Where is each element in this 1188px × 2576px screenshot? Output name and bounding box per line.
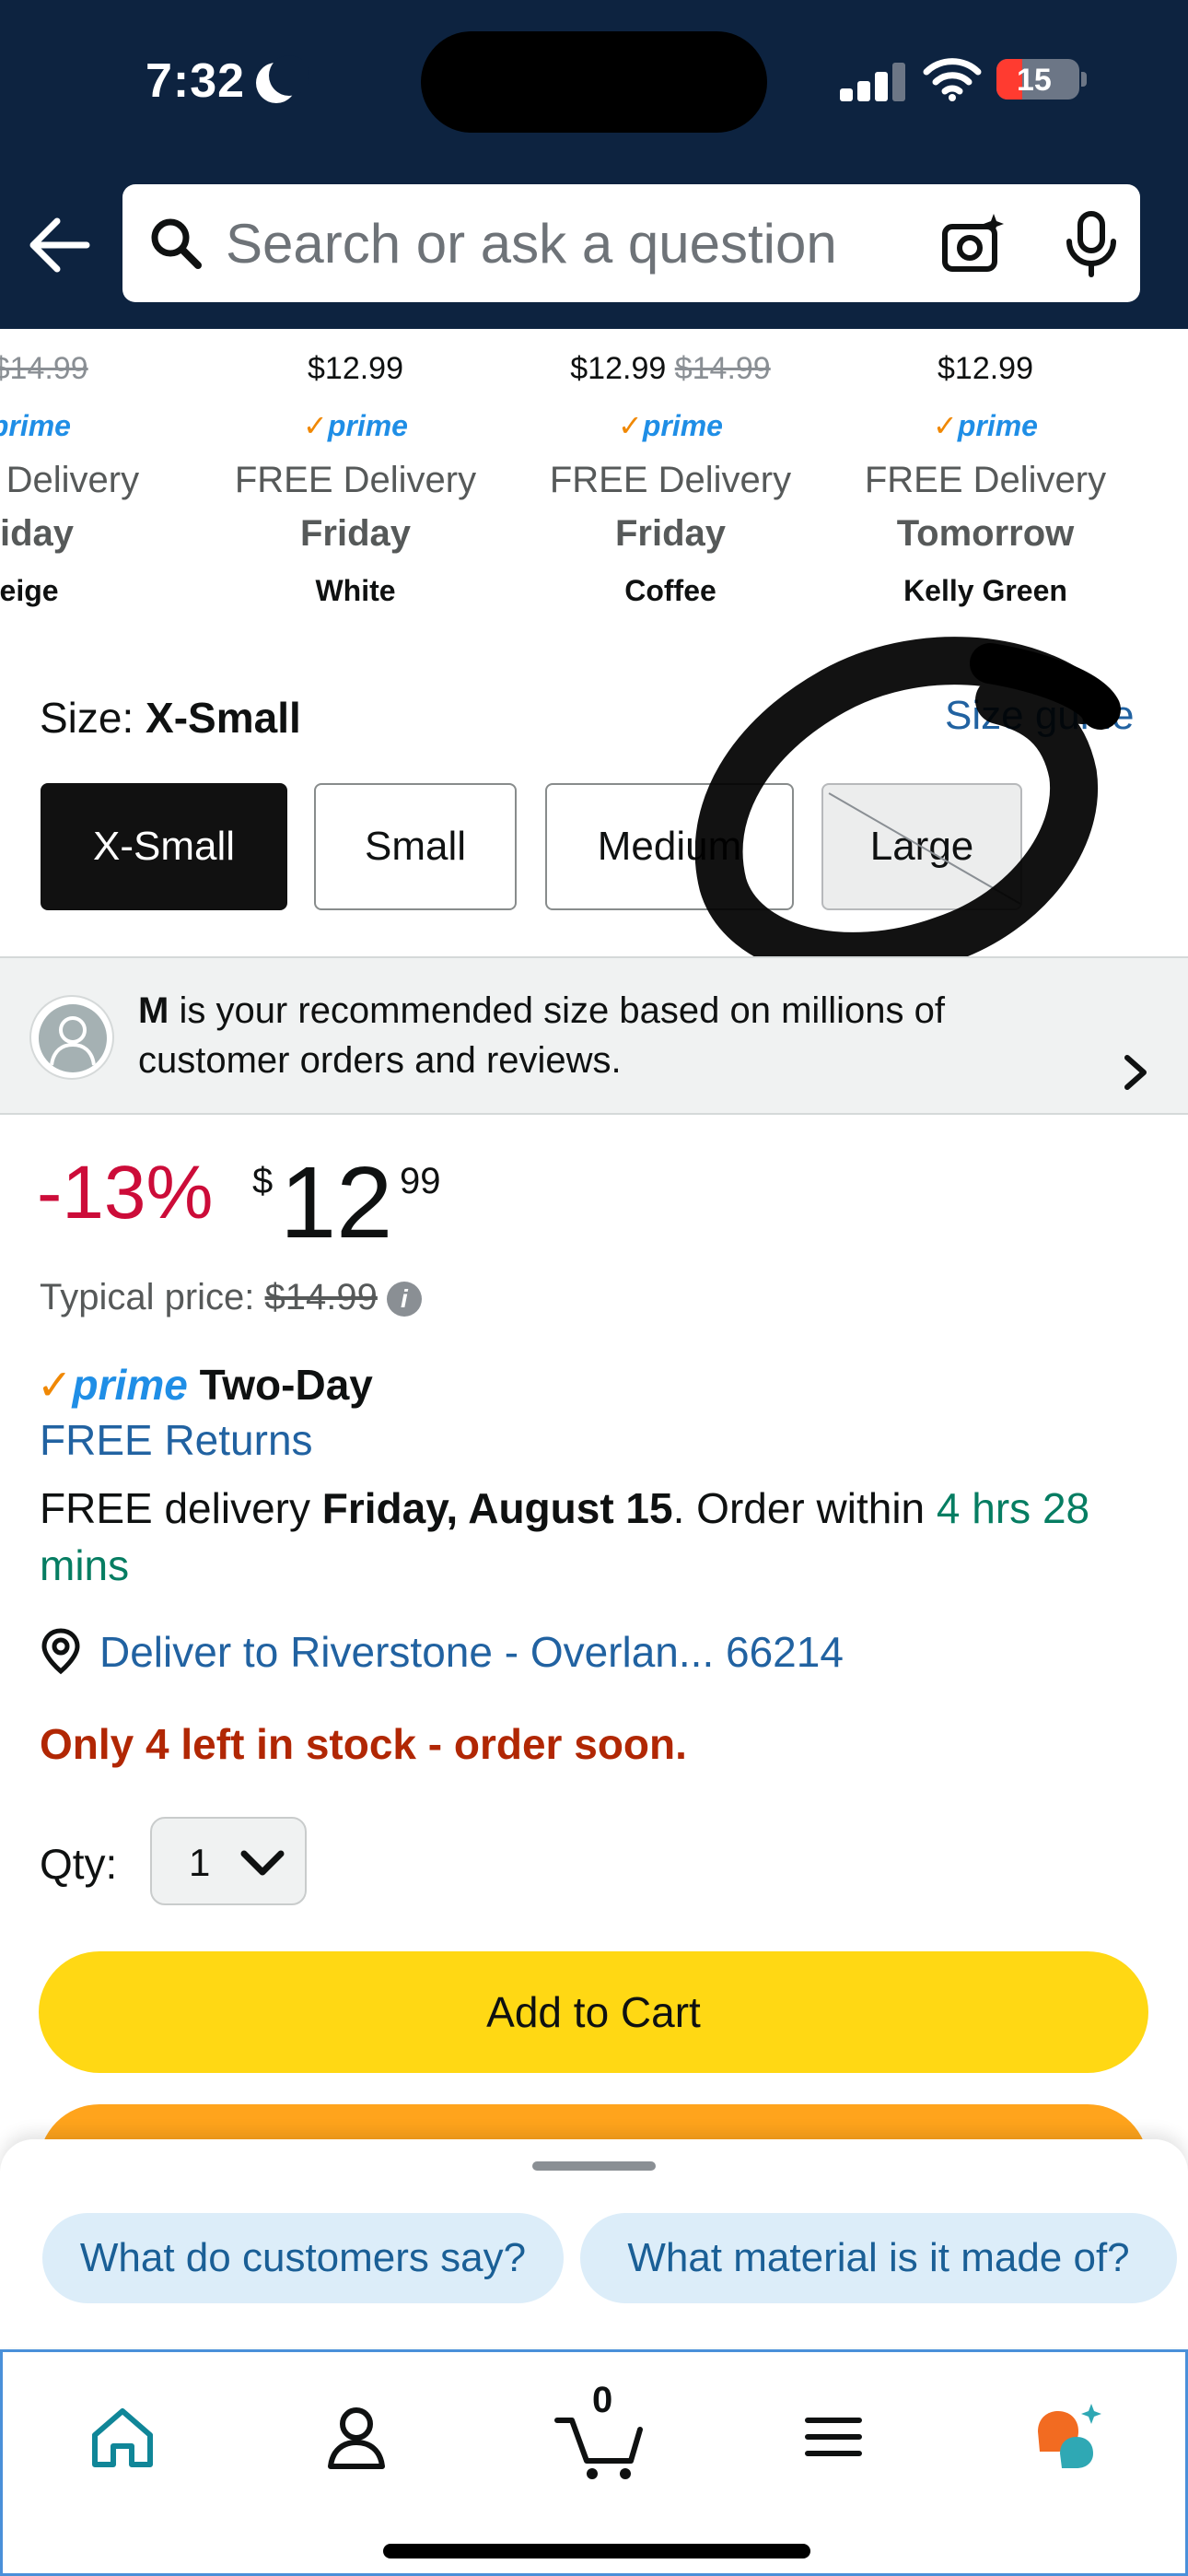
location-pin-icon — [41, 1628, 80, 1675]
microphone-icon[interactable] — [1062, 210, 1121, 278]
account-icon[interactable] — [320, 2400, 393, 2474]
variant-delivery: FREE Delivery — [549, 460, 792, 500]
size-option-small[interactable]: Small — [314, 783, 517, 910]
quantity-value: 1 — [189, 1841, 211, 1884]
home-icon[interactable] — [86, 2400, 159, 2474]
prime-delivery-badge: ✓prime Two-Day — [37, 1361, 373, 1409]
variant-day: Friday — [0, 513, 75, 554]
variant-day: Friday — [614, 513, 727, 554]
chevron-down-icon — [240, 1850, 285, 1876]
search-icon — [151, 218, 202, 269]
prime-badge: ✓prime — [303, 409, 408, 442]
question-chip-customers-say[interactable]: What do customers say? — [42, 2213, 564, 2303]
status-time: 7:32 — [146, 54, 246, 108]
add-to-cart-button[interactable]: Add to Cart — [39, 1951, 1148, 2073]
discount-percent: -13% — [37, 1151, 214, 1235]
variant-delivery: FREE Delivery — [0, 460, 140, 500]
free-returns-link[interactable]: FREE Returns — [40, 1415, 313, 1465]
prime-badge: ✓prime — [0, 409, 71, 442]
variant-price: $12.99 $14.99 — [570, 351, 771, 386]
delivery-estimate: FREE delivery Friday, August 15. Order w… — [40, 1484, 1090, 1589]
question-chip-material[interactable]: What material is it made of? — [580, 2213, 1177, 2303]
quantity-dropdown[interactable]: 1 — [150, 1817, 307, 1905]
selected-size: X-Small — [146, 694, 301, 742]
variant-price: $12.99 — [308, 351, 403, 386]
top-header: 7:32 15 — [0, 0, 1188, 329]
focus-moon-icon — [256, 55, 309, 103]
prime-badge: ✓prime — [618, 409, 723, 442]
battery-cap — [1081, 72, 1087, 87]
variant-delivery: FREE Delivery — [864, 460, 1107, 500]
size-option-large-label: Large — [869, 824, 974, 869]
info-icon[interactable]: i — [386, 1282, 422, 1317]
search-input[interactable] — [226, 206, 962, 280]
variant-color: Beige — [0, 574, 59, 607]
back-arrow-icon[interactable] — [26, 210, 96, 280]
user-silhouette-icon — [50, 1016, 96, 1066]
avatar — [29, 995, 114, 1080]
chevron-right-icon[interactable] — [1116, 1054, 1153, 1091]
variant-price: 99 $14.99 — [0, 351, 88, 386]
wifi-icon — [923, 58, 982, 101]
price-fraction: 99 — [400, 1161, 441, 1201]
cart-button[interactable]: 0 — [553, 2380, 646, 2481]
variant-day: Tomorrow — [896, 513, 1075, 554]
rufus-icon[interactable] — [1032, 2400, 1106, 2474]
color-variant-carousel[interactable]: 99 $14.99 ✓prime FREE Delivery Friday Be… — [0, 329, 1188, 624]
price-currency: $ — [252, 1161, 274, 1201]
size-recommendation-banner[interactable]: M is your recommended size based on mill… — [0, 956, 1188, 1115]
cellular-signal-icon — [840, 61, 905, 101]
variant-color: Kelly Green — [903, 574, 1067, 607]
camera-lens-icon[interactable] — [940, 212, 1005, 276]
size-label: Size: X-Small — [40, 694, 301, 742]
home-indicator — [383, 2544, 810, 2558]
recommendation-text: M is your recommended size based on mill… — [138, 990, 945, 1081]
variant-color: White — [315, 574, 396, 607]
stock-warning: Only 4 left in stock - order soon. — [40, 1720, 687, 1768]
variant-day: Friday — [299, 513, 412, 554]
prime-badge: ✓prime — [933, 409, 1038, 442]
typical-price: Typical price: $14.99 i — [40, 1277, 422, 1318]
rufus-question-sheet[interactable]: What do customers say? What material is … — [0, 2139, 1188, 2348]
search-bar[interactable] — [122, 184, 1140, 302]
deliver-to-link[interactable]: Deliver to Riverstone - Overlan... 66214 — [99, 1627, 844, 1677]
size-guide-link[interactable]: Size guide — [945, 693, 1134, 739]
size-option-medium[interactable]: Medium — [545, 783, 794, 910]
menu-icon[interactable] — [797, 2400, 870, 2474]
battery-level: 15 — [1017, 63, 1052, 98]
sheet-drag-handle[interactable] — [532, 2161, 656, 2171]
cart-count: 0 — [592, 2380, 613, 2420]
variant-color: Coffee — [624, 574, 716, 607]
quantity-label: Qty: — [40, 1840, 118, 1888]
battery-icon: 15 — [996, 59, 1079, 100]
variant-delivery: FREE Delivery — [234, 460, 477, 500]
bottom-navigation: 0 — [0, 2349, 1188, 2576]
price-whole: 12 — [280, 1146, 393, 1259]
dynamic-island — [421, 31, 767, 133]
size-option-large[interactable]: Large — [821, 783, 1022, 910]
size-option-x-small[interactable]: X-Small — [41, 783, 287, 910]
variant-price: $12.99 — [938, 351, 1033, 386]
